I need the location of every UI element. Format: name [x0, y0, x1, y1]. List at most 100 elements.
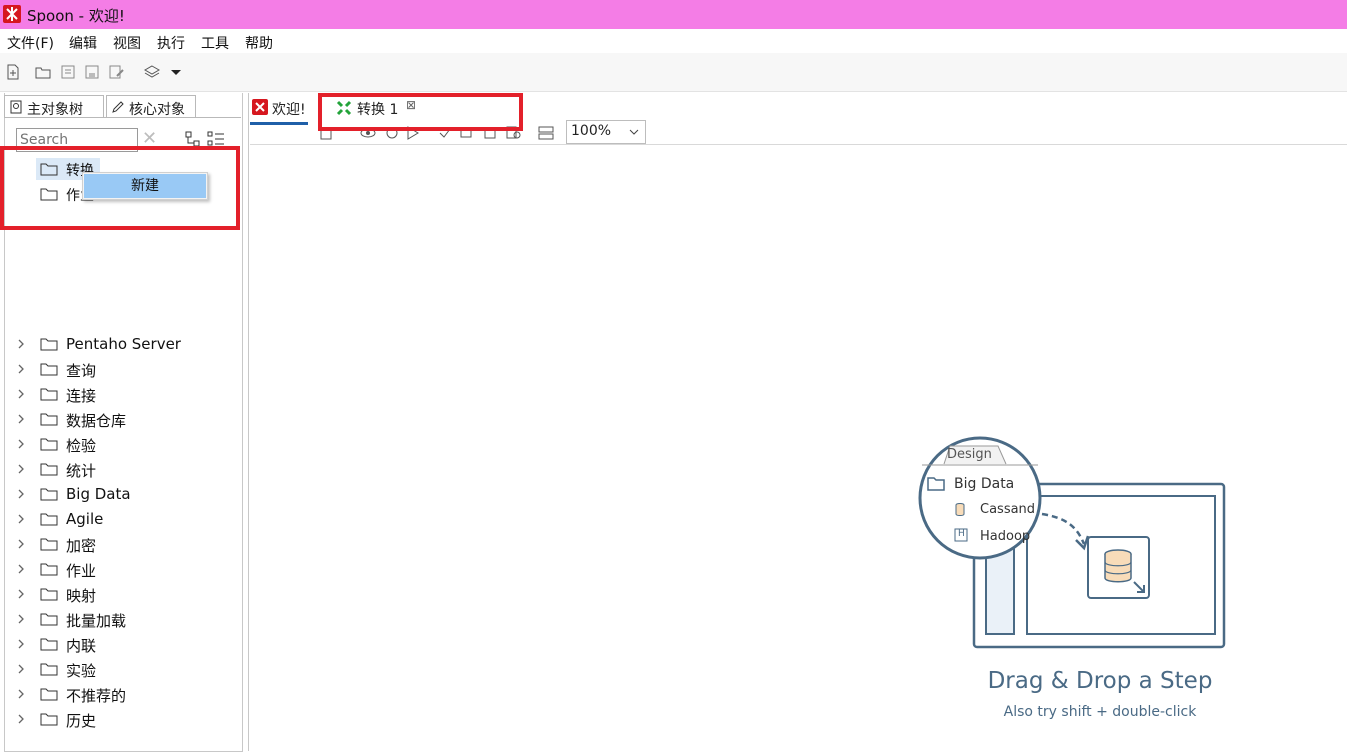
explore-repository-icon[interactable]	[60, 64, 76, 80]
core-tree-item[interactable]: 数据仓库	[14, 408, 234, 430]
menu-help[interactable]: 帮助	[245, 33, 273, 53]
chevron-right-icon[interactable]	[16, 539, 26, 549]
chevron-right-icon[interactable]	[16, 389, 26, 399]
core-tree-item-label: 查询	[66, 362, 97, 380]
folder-icon	[40, 413, 58, 426]
chevron-right-icon[interactable]	[16, 489, 26, 499]
folder-icon	[40, 338, 58, 351]
chevron-right-icon[interactable]	[16, 689, 26, 699]
layers-icon[interactable]	[144, 64, 160, 80]
pencil-icon	[112, 101, 124, 113]
core-tree-item[interactable]: 实验	[14, 658, 234, 680]
core-tree-item-label: 批量加载	[66, 612, 127, 630]
left-panel-tabs: 主对象树 核心对象	[4, 95, 241, 118]
chevron-down-icon	[629, 129, 639, 135]
chevron-right-icon[interactable]	[16, 364, 26, 374]
zoom-value: 100%	[571, 123, 612, 139]
chevron-right-icon[interactable]	[16, 664, 26, 674]
folder-icon	[40, 688, 58, 701]
main-toolbar	[0, 53, 1347, 92]
core-tree-item-label: 历史	[66, 712, 97, 730]
hadoop-badge-icon: H	[958, 529, 965, 539]
folder-icon	[40, 363, 58, 376]
chevron-right-icon[interactable]	[16, 614, 26, 624]
folder-icon	[40, 613, 58, 626]
chevron-right-icon[interactable]	[16, 464, 26, 474]
core-tree-item[interactable]: 批量加载	[14, 608, 234, 630]
chevron-right-icon[interactable]	[16, 639, 26, 649]
folder-icon	[40, 488, 58, 501]
core-tree-item[interactable]: 加密	[14, 533, 234, 555]
tab-core-objects[interactable]: 核心对象	[106, 95, 196, 118]
hint-step1-label: Cassandr	[980, 502, 1036, 517]
core-tree-item-label: 映射	[66, 587, 97, 605]
core-tree-item-label: 内联	[66, 637, 97, 655]
tab-welcome-label: 欢迎!	[272, 102, 306, 118]
core-tree-item[interactable]: 检验	[14, 433, 234, 455]
core-tree-item-label: Agile	[66, 510, 104, 528]
new-file-icon[interactable]	[5, 64, 21, 80]
chevron-right-icon[interactable]	[16, 339, 26, 349]
menu-bar: 文件(F) 编辑 视图 执行 工具 帮助	[0, 29, 1347, 53]
save-icon[interactable]	[84, 64, 100, 80]
dropdown-arrow-icon[interactable]	[168, 64, 184, 80]
chevron-right-icon[interactable]	[16, 514, 26, 524]
core-tree-item[interactable]: 连接	[14, 383, 234, 405]
tab-main-tree[interactable]: 主对象树	[4, 95, 104, 118]
drag-drop-subtitle: Also try shift + double-click	[1003, 704, 1197, 720]
core-tree-item[interactable]: 不推荐的	[14, 683, 234, 705]
menu-run[interactable]: 执行	[157, 33, 185, 53]
chevron-right-icon[interactable]	[16, 589, 26, 599]
active-tab-indicator	[250, 122, 308, 125]
core-tree-item[interactable]: 作业	[14, 558, 234, 580]
spoon-icon	[252, 99, 268, 115]
open-folder-icon[interactable]	[35, 64, 51, 80]
menu-file[interactable]: 文件(F)	[7, 33, 54, 53]
core-tree-item[interactable]: 历史	[14, 708, 234, 730]
expand-all-icon[interactable]	[185, 131, 201, 147]
tab-core-objects-label: 核心对象	[129, 102, 185, 118]
menu-tools[interactable]: 工具	[201, 33, 229, 53]
hint-step2-label: Hadoop	[980, 529, 1030, 544]
hint-folder-label: Big Data	[954, 476, 1015, 492]
core-tree-item-label: 作业	[66, 562, 97, 580]
folder-icon	[40, 438, 58, 451]
drag-drop-illustration	[918, 436, 1226, 649]
core-tree-item-label: 检验	[66, 437, 97, 455]
core-tree-item[interactable]: Pentaho Server	[14, 333, 234, 355]
save-as-icon[interactable]	[108, 64, 124, 80]
title-bar: Spoon - 欢迎!	[0, 0, 1347, 29]
highlight-box-tree	[0, 146, 240, 230]
core-tree-item[interactable]: Agile	[14, 508, 234, 530]
drag-drop-title: Drag & Drop a Step	[987, 668, 1213, 694]
folder-icon	[40, 663, 58, 676]
tab-welcome[interactable]: 欢迎!	[250, 95, 308, 125]
chevron-right-icon[interactable]	[16, 439, 26, 449]
chevron-right-icon[interactable]	[16, 564, 26, 574]
core-tree-item-label: 统计	[66, 462, 97, 480]
core-tree-item-label: 连接	[66, 387, 97, 405]
tree-search-icon	[10, 100, 22, 114]
tab-divider	[4, 117, 241, 118]
tab-main-tree-label: 主对象树	[27, 102, 83, 118]
show-results-icon[interactable]	[538, 125, 554, 141]
core-tree-item[interactable]: 查询	[14, 358, 234, 380]
core-tree-item-label: Pentaho Server	[66, 335, 181, 353]
chevron-right-icon[interactable]	[16, 714, 26, 724]
highlight-box-tab	[318, 93, 523, 131]
core-tree-item[interactable]: Big Data	[14, 483, 234, 505]
core-tree-item-label: Big Data	[66, 485, 131, 503]
spoon-app-icon	[3, 5, 21, 23]
menu-edit[interactable]: 编辑	[69, 33, 97, 53]
core-tree-item[interactable]: 内联	[14, 633, 234, 655]
folder-icon	[40, 388, 58, 401]
menu-view[interactable]: 视图	[113, 33, 141, 53]
collapse-all-icon[interactable]	[207, 131, 225, 147]
core-tree-item[interactable]: 映射	[14, 583, 234, 605]
chevron-right-icon[interactable]	[16, 414, 26, 424]
zoom-select[interactable]: 100%	[566, 120, 646, 144]
core-tree-item[interactable]: 统计	[14, 458, 234, 480]
core-tree-item-label: 不推荐的	[66, 687, 127, 705]
core-tree-item-label: 数据仓库	[66, 412, 127, 430]
window-title: Spoon - 欢迎!	[27, 7, 125, 25]
